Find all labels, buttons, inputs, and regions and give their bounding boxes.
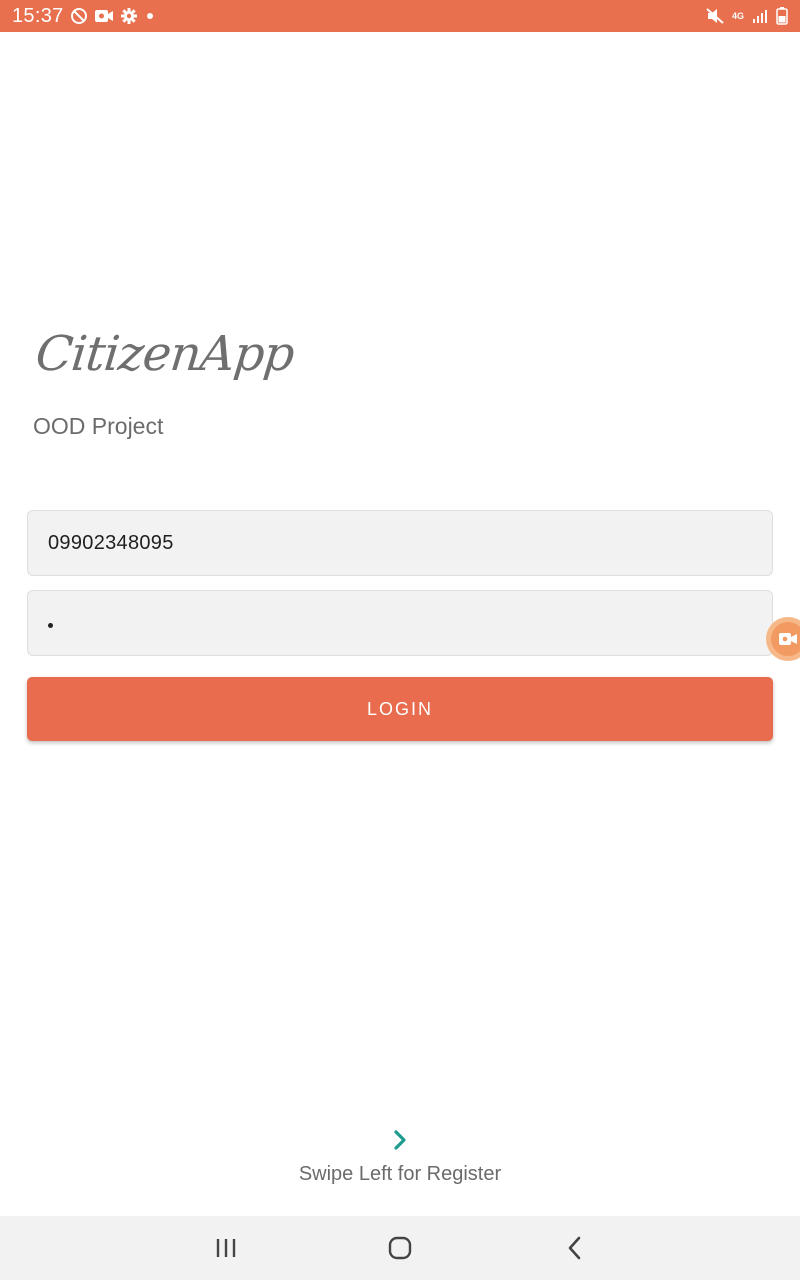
- mute-icon: [706, 7, 724, 25]
- status-right-group: 4G: [706, 7, 788, 25]
- status-bar: 15:37 4G: [0, 0, 800, 32]
- recents-icon: [216, 1239, 236, 1257]
- back-button[interactable]: [535, 1216, 615, 1280]
- settings-gear-icon: [120, 7, 138, 25]
- login-button[interactable]: LOGIN: [27, 677, 773, 741]
- do-not-disturb-icon: [70, 7, 88, 25]
- video-camera-icon: [779, 633, 797, 645]
- app-subtitle: OOD Project: [33, 413, 164, 439]
- screen-record-icon: [94, 8, 114, 24]
- recents-button[interactable]: [186, 1216, 266, 1280]
- notification-dot-icon: [144, 10, 156, 22]
- app-logo: CitizenApp: [33, 326, 297, 382]
- phone-field[interactable]: 09902348095: [27, 510, 773, 576]
- phone-value: 09902348095: [48, 531, 174, 554]
- password-field[interactable]: [27, 590, 773, 656]
- signal-icon: [752, 8, 768, 24]
- battery-icon: [776, 7, 788, 25]
- floating-screen-record-button[interactable]: [766, 617, 800, 661]
- status-left-group: 15:37: [12, 5, 156, 28]
- swipe-register-hint[interactable]: Swipe Left for Register: [0, 1163, 800, 1186]
- network-4g-icon: 4G: [731, 11, 744, 21]
- chevron-right-icon: [394, 1130, 406, 1150]
- home-icon: [388, 1236, 412, 1260]
- status-time: 15:37: [12, 4, 64, 27]
- home-button[interactable]: [360, 1216, 440, 1280]
- floating-record-inner: [771, 622, 800, 656]
- password-mask-dot: [48, 622, 53, 628]
- navigation-bar: [0, 1216, 800, 1280]
- network-label: 4G: [731, 11, 744, 21]
- back-icon: [568, 1236, 581, 1260]
